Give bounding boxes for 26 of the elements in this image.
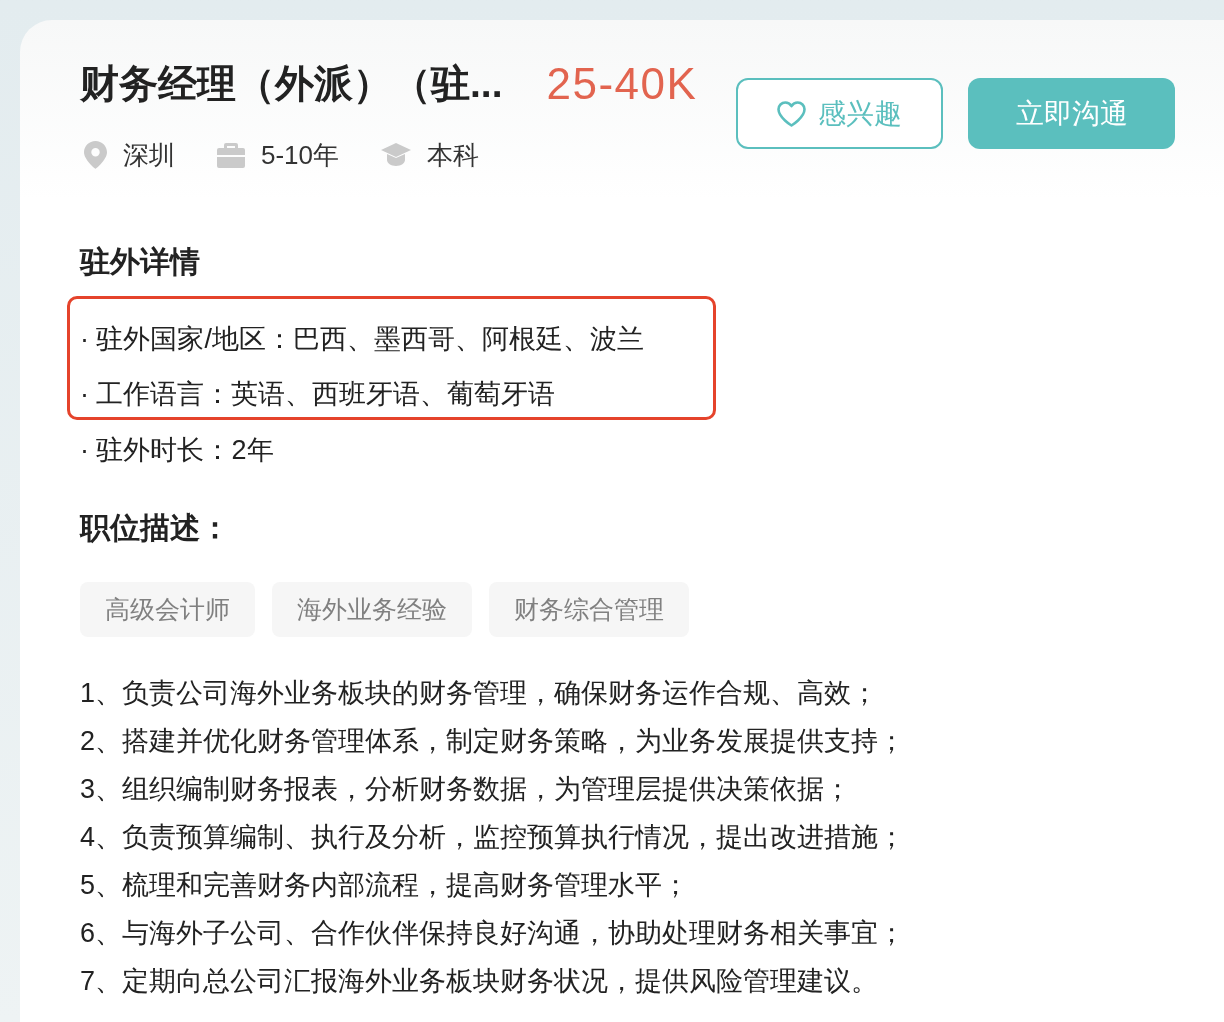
skill-tag: 高级会计师 — [80, 582, 255, 637]
salary-range: 25-40K — [546, 60, 698, 108]
duty-line: 1、负责公司海外业务板块的财务管理，确保财务运作合规、高效； — [80, 677, 879, 710]
experience-text: 5-10年 — [261, 139, 340, 172]
duty-line: 5、梳理和完善财务内部流程，提高财务管理水平； — [80, 869, 690, 902]
duty-line: 6、与海外子公司、合作伙伴保持良好沟通，协助处理财务相关事宜； — [80, 917, 906, 950]
job-title: 财务经理（外派）（驻... — [80, 61, 503, 107]
duty-line: 2、搭建并优化财务管理体系，制定财务策略，为业务发展提供支持； — [80, 725, 906, 758]
interest-button[interactable]: 感兴趣 — [736, 78, 943, 149]
duty-line: 7、定期向总公司汇报海外业务板块财务状况，提供风险管理建议。 — [80, 965, 879, 998]
section-heading: 驻外详情 — [80, 244, 200, 280]
city-text: 深圳 — [123, 139, 175, 172]
skill-tag: 海外业务经验 — [272, 582, 472, 637]
graduation-cap-icon — [381, 143, 412, 167]
education-text: 本科 — [427, 139, 480, 172]
detail-line: · 驻外国家/地区：巴西、墨西哥、阿根廷、波兰 — [80, 323, 644, 356]
duty-line: 4、负责预算编制、执行及分析，监控预算执行情况，提出改进措施； — [80, 821, 906, 854]
skill-tag: 财务综合管理 — [489, 582, 689, 637]
detail-line: · 驻外时长：2年 — [80, 434, 274, 467]
detail-line: · 工作语言：英语、西班牙语、葡萄牙语 — [80, 378, 556, 411]
chat-button[interactable]: 立即沟通 — [968, 78, 1175, 149]
duty-line: 3、组织编制财务报表，分析财务数据，为管理层提供决策依据； — [80, 773, 852, 806]
briefcase-icon — [217, 142, 245, 168]
section-heading: 职位描述： — [80, 510, 230, 546]
location-pin-icon — [84, 141, 107, 169]
heart-icon — [777, 100, 806, 127]
